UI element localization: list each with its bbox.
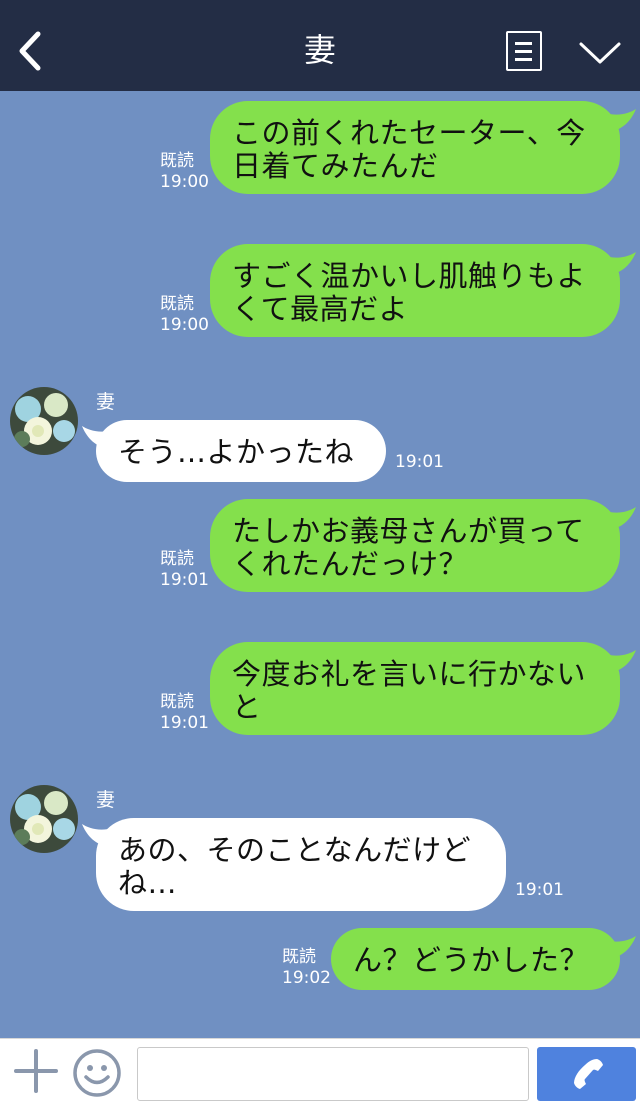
read-receipt: 既読: [160, 294, 194, 314]
avatar[interactable]: [10, 387, 78, 455]
read-receipt: 既読: [160, 151, 194, 171]
read-receipt: 既読: [160, 549, 194, 569]
message-time: 19:00: [160, 315, 209, 335]
sender-name: 妻: [96, 391, 116, 413]
message-time: 19:01: [515, 880, 564, 900]
message-text: あの、そのことなんだけどね…: [118, 833, 472, 900]
message-text: ん？どうかした？: [353, 943, 590, 977]
sender-name: 妻: [96, 789, 116, 811]
phone-icon: [574, 1059, 603, 1089]
message-text: たしかお義母さんが買ってくれたんだっけ？: [232, 514, 585, 581]
bubble-tail: [606, 650, 636, 672]
avatar[interactable]: [10, 785, 78, 853]
message-text: 今度お礼を言いに行かないと: [232, 657, 587, 724]
call-button[interactable]: [537, 1047, 636, 1101]
message-text: そう…よかったね: [118, 435, 355, 469]
chat-header: 妻: [0, 0, 640, 91]
chat-area[interactable]: 既読 19:00 この前くれたセーター、今日着てみたんだ 既読 19:00 すご…: [0, 91, 640, 1038]
message-bubble[interactable]: ん？どうかした？: [331, 928, 620, 990]
read-receipt: 既読: [160, 692, 194, 712]
bubble-tail: [606, 252, 636, 274]
message-bubble[interactable]: たしかお義母さんが買ってくれたんだっけ？: [210, 499, 620, 592]
message-time: 19:02: [282, 968, 331, 988]
bubble-tail: [606, 507, 636, 529]
message-text: この前くれたセーター、今日着てみたんだ: [232, 116, 586, 183]
bubble-tail: [606, 936, 636, 958]
message-time: 19:00: [160, 172, 209, 192]
message-time: 19:01: [395, 452, 444, 472]
message-bubble[interactable]: そう…よかったね: [96, 420, 386, 482]
bubble-tail: [606, 109, 636, 131]
message-bubble[interactable]: この前くれたセーター、今日着てみたんだ: [210, 101, 620, 194]
chat-title: 妻: [303, 31, 336, 69]
smiley-icon[interactable]: [72, 1048, 122, 1098]
message-time: 19:01: [160, 713, 209, 733]
message-bubble[interactable]: 今度お礼を言いに行かないと: [210, 642, 620, 735]
menu-list-icon[interactable]: [506, 31, 542, 71]
message-bubble[interactable]: あの、そのことなんだけどね…: [96, 818, 506, 911]
message-bubble[interactable]: すごく温かいし肌触りもよくて最高だよ: [210, 244, 620, 337]
message-input[interactable]: [137, 1047, 529, 1101]
message-text: すごく温かいし肌触りもよくて最高だよ: [232, 259, 587, 326]
chevron-down-icon[interactable]: [578, 40, 622, 66]
plus-icon[interactable]: [14, 1049, 58, 1093]
input-bar: [0, 1038, 640, 1109]
read-receipt: 既読: [282, 947, 316, 967]
message-time: 19:01: [160, 570, 209, 590]
